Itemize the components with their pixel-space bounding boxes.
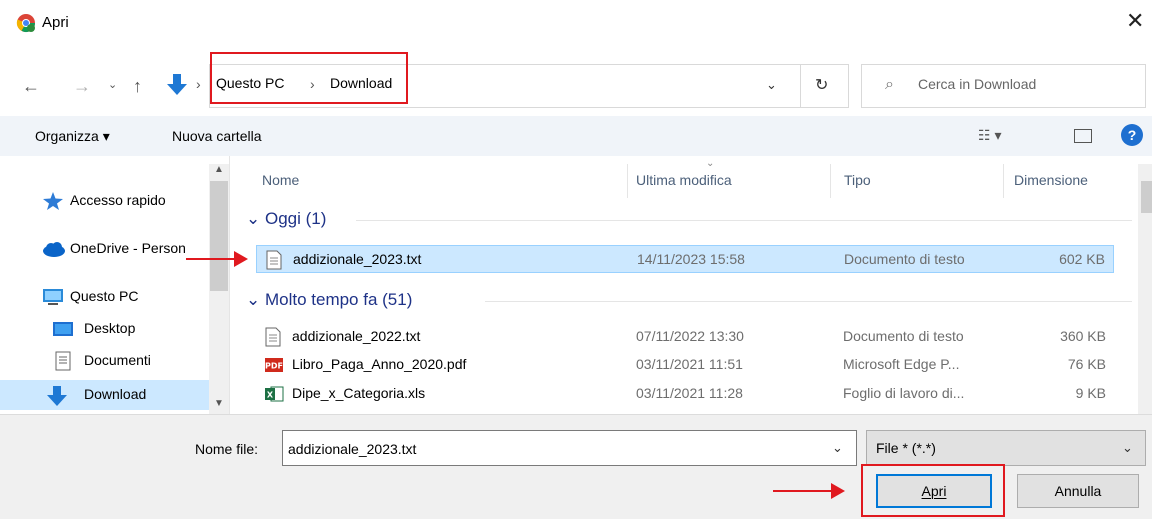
column-header-modified[interactable]: Ultima modifica (636, 172, 732, 188)
chrome-icon (16, 13, 36, 33)
address-highlight-box (210, 52, 408, 104)
text-file-icon (265, 250, 283, 270)
group-label: Molto tempo fa (51) (264, 290, 413, 309)
refresh-icon[interactable]: ↻ (815, 75, 828, 95)
forward-arrow-icon[interactable]: → (73, 76, 91, 97)
window-title: Apri (42, 14, 69, 31)
pdf-file-icon: PDF (264, 355, 283, 375)
annotation-arrow-head (831, 483, 845, 499)
computer-icon (42, 287, 64, 307)
file-modified: 14/11/2023 15:58 (637, 251, 745, 267)
text-file-icon (264, 327, 282, 347)
annotation-arrow-line (186, 258, 236, 260)
column-separator (627, 164, 628, 198)
scroll-up-icon[interactable]: ▲ (214, 164, 224, 175)
group-divider (356, 220, 1132, 221)
sidebar-item-label: Questo PC (70, 288, 139, 304)
file-name: Dipe_x_Categoria.xls (292, 385, 426, 401)
file-size: 360 KB (1060, 328, 1106, 344)
group-divider (485, 301, 1132, 302)
file-row[interactable]: addizionale_2022.txt 07/11/2022 13:30 Do… (256, 323, 1114, 351)
open-button-label: Apri (921, 483, 947, 499)
sidebar-item-desktop[interactable]: Desktop (0, 314, 210, 344)
svg-text:X: X (267, 391, 274, 400)
sidebar-scrollbar-thumb[interactable] (210, 181, 228, 291)
sidebar-item-this-pc[interactable]: Questo PC (0, 282, 210, 312)
file-row[interactable]: PDF Libro_Paga_Anno_2020.pdf 03/11/2021 … (256, 351, 1114, 379)
file-size: 9 KB (1075, 385, 1106, 401)
documents-icon (52, 351, 74, 371)
recent-chevron-icon[interactable]: ⌄ (108, 78, 117, 91)
column-separator (1003, 164, 1004, 198)
group-header-today[interactable]: ⌄ Oggi (1) (246, 209, 326, 229)
annotation-arrow-head (234, 251, 248, 267)
column-header-size[interactable]: Dimensione (1014, 172, 1088, 188)
file-modified: 03/11/2021 11:28 (636, 385, 743, 401)
column-separator (830, 164, 831, 198)
file-type: Documento di testo (843, 328, 964, 344)
sidebar-item-onedrive[interactable]: OneDrive - Person (0, 234, 210, 264)
annotation-arrow-line (773, 490, 833, 492)
sidebar-item-label: Download (84, 386, 147, 402)
up-arrow-icon[interactable]: ↑ (133, 76, 142, 97)
open-button[interactable]: Apri (876, 474, 992, 508)
file-name: addizionale_2023.txt (293, 251, 422, 267)
filename-label: Nome file: (195, 441, 259, 457)
cancel-button[interactable]: Annulla (1017, 474, 1139, 508)
new-folder-button[interactable]: Nuova cartella (172, 128, 262, 144)
sidebar-item-label: Desktop (84, 320, 136, 336)
column-header-type[interactable]: Tipo (844, 172, 871, 188)
file-row[interactable]: X Dipe_x_Categoria.xls 03/11/2021 11:28 … (256, 380, 1114, 408)
file-name: Libro_Paga_Anno_2020.pdf (292, 356, 467, 372)
desktop-icon (52, 319, 74, 339)
file-size: 76 KB (1067, 356, 1106, 372)
file-size: 602 KB (1059, 251, 1105, 267)
close-icon[interactable]: ✕ (1126, 8, 1144, 34)
column-header-name[interactable]: Nome (262, 172, 299, 188)
sidebar-item-label: Documenti (84, 352, 151, 368)
help-icon[interactable]: ? (1121, 124, 1143, 146)
address-chevron-icon[interactable]: › (196, 76, 201, 92)
title-bar (0, 0, 1152, 46)
download-icon (46, 385, 68, 406)
file-type: Microsoft Edge P... (843, 356, 960, 372)
address-dropdown-icon[interactable]: ⌄ (766, 77, 777, 93)
sort-chevron-icon: ⌄ (706, 158, 715, 169)
group-header-long-ago[interactable]: ⌄ Molto tempo fa (51) (246, 290, 412, 310)
sidebar-item-label: OneDrive - Person (70, 240, 186, 256)
cloud-icon (42, 239, 65, 259)
search-placeholder: Cerca in Download (918, 76, 1037, 92)
file-name: addizionale_2022.txt (292, 328, 421, 344)
file-modified: 03/11/2021 11:51 (636, 356, 743, 372)
excel-file-icon: X (264, 384, 284, 404)
file-list-scrollbar-thumb[interactable] (1141, 181, 1152, 213)
sidebar-item-download[interactable]: Download (0, 380, 210, 410)
filetype-value[interactable]: File * (*.*) (876, 440, 936, 456)
sidebar-item-documents[interactable]: Documenti (0, 346, 210, 376)
download-folder-icon (166, 73, 188, 100)
file-type: Foglio di lavoro di... (843, 385, 965, 401)
filename-dropdown-icon[interactable]: ⌄ (832, 440, 843, 456)
back-arrow-icon[interactable]: ← (22, 76, 40, 97)
preview-pane-icon[interactable] (1074, 129, 1092, 143)
star-pin-icon (42, 191, 64, 211)
file-modified: 07/11/2022 13:30 (636, 328, 744, 344)
scroll-down-icon[interactable]: ▼ (214, 398, 224, 409)
group-label: Oggi (1) (264, 209, 327, 228)
filetype-dropdown-icon[interactable]: ⌄ (1122, 440, 1133, 456)
filename-value[interactable]: addizionale_2023.txt (288, 441, 416, 457)
file-row[interactable]: addizionale_2023.txt 14/11/2023 15:58 Do… (256, 245, 1114, 273)
file-type: Documento di testo (844, 251, 965, 267)
sidebar-item-label: Accesso rapido (70, 192, 166, 208)
organize-button[interactable]: Organizza ▾ (35, 128, 110, 145)
svg-text:PDF: PDF (265, 362, 283, 371)
sidebar-item-quick-access[interactable]: Accesso rapido (0, 186, 210, 216)
view-options-icon[interactable]: ☷ ▾ (978, 127, 1001, 144)
search-icon: ⌕ (885, 76, 894, 93)
